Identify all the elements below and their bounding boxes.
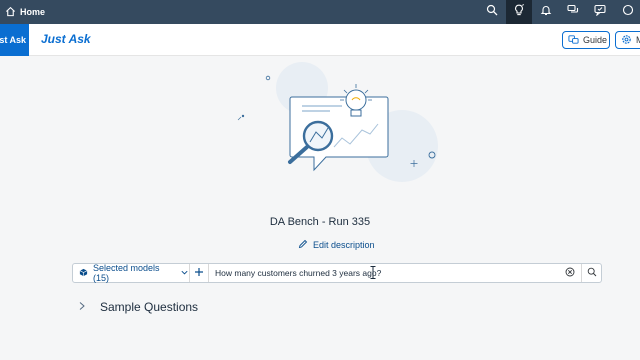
help-icon (621, 3, 634, 21)
edit-description-link[interactable]: Edit description (298, 239, 375, 251)
feedback-button[interactable] (587, 0, 613, 24)
edit-description-label: Edit description (313, 240, 375, 250)
chevron-down-icon (180, 268, 189, 279)
lightbulb-icon (513, 3, 525, 21)
shell-bar: Home (0, 0, 640, 24)
home-label: Home (20, 7, 46, 17)
text-cursor-icon (370, 266, 376, 279)
manage-label: M (636, 35, 640, 45)
pencil-icon (298, 239, 308, 251)
search-icon (587, 264, 597, 282)
manage-button[interactable]: M (615, 31, 640, 49)
feedback-icon (594, 3, 606, 21)
app-header: Just Ask Just Ask Guide M (0, 24, 640, 56)
query-bar: Selected models (15) (72, 263, 602, 283)
chevron-right-icon (78, 300, 86, 314)
sample-questions-label: Sample Questions (100, 300, 199, 314)
guide-button[interactable]: Guide (562, 31, 610, 49)
add-button[interactable] (190, 264, 209, 282)
selected-models-label: Selected models (15) (93, 263, 160, 283)
help-button[interactable] (614, 0, 640, 24)
clear-icon (565, 264, 575, 282)
chat-icon (567, 3, 579, 21)
home-icon (5, 6, 16, 19)
question-input[interactable] (209, 264, 560, 282)
joule-button[interactable] (506, 0, 532, 24)
guide-icon (568, 34, 579, 47)
notifications-button[interactable] (533, 0, 559, 24)
selected-models-dropdown[interactable]: Selected models (15) (73, 263, 190, 283)
app-tab[interactable]: Just Ask (0, 24, 29, 56)
bell-icon (540, 3, 552, 21)
search-button[interactable] (479, 0, 505, 24)
submit-search-button[interactable] (581, 264, 601, 282)
empty-state-illustration (232, 60, 442, 190)
gear-icon (621, 34, 632, 47)
chat-button[interactable] (560, 0, 586, 24)
guide-label: Guide (583, 35, 608, 45)
page-title: Just Ask (41, 32, 91, 46)
clear-button[interactable] (560, 264, 580, 282)
sample-questions-toggle[interactable]: Sample Questions (78, 300, 198, 314)
search-icon (486, 3, 498, 21)
home-link[interactable]: Home (5, 0, 45, 24)
run-title: DA Bench - Run 335 (269, 216, 371, 228)
plus-icon (194, 264, 204, 282)
cube-icon (79, 268, 88, 279)
app-tab-label: Just Ask (0, 35, 26, 45)
